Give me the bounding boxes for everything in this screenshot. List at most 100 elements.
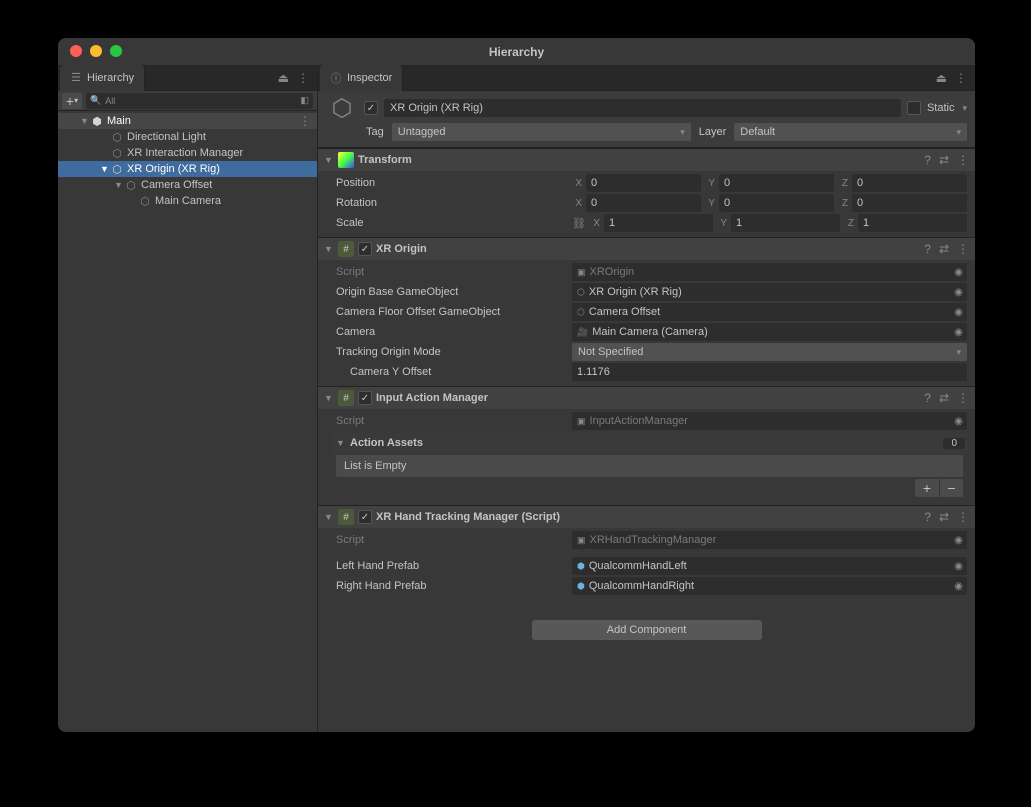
expand-arrow-icon[interactable]: ▼	[114, 180, 124, 190]
gameobject-name-field[interactable]: XR Origin (XR Rig)	[384, 99, 901, 117]
gameobject-large-icon[interactable]: ⬡	[326, 92, 358, 124]
context-menu-icon[interactable]: ⋮	[957, 510, 969, 524]
titlebar[interactable]: Hierarchy	[58, 38, 975, 65]
action-assets-count[interactable]: 0	[943, 438, 965, 449]
floor-offset-label: Camera Floor Offset GameObject	[332, 306, 572, 318]
component-controls: ? ⇄ ⋮	[924, 510, 969, 524]
scene-context-icon[interactable]: ⋮	[299, 114, 311, 128]
foldout-arrow-icon[interactable]: ▼	[336, 438, 346, 448]
constrain-proportions-icon[interactable]: ⛓	[572, 217, 586, 230]
tree-item-camera-offset[interactable]: ▼ Camera Offset	[58, 177, 317, 193]
hierarchy-search-input[interactable]: 🔍 All ◧	[86, 93, 313, 109]
object-picker-icon[interactable]: ◉	[954, 535, 963, 546]
y-offset-field[interactable]: 1.1176	[572, 363, 967, 381]
object-picker-icon[interactable]: ◉	[954, 561, 963, 572]
script-asset-icon: ▣	[577, 416, 586, 427]
context-menu-icon[interactable]: ⋮	[297, 71, 309, 85]
rotation-z-field[interactable]: 0	[852, 194, 967, 212]
active-checkbox[interactable]: ✓	[364, 101, 378, 115]
component-controls: ? ⇄ ⋮	[924, 242, 969, 256]
preset-icon[interactable]: ⇄	[939, 510, 949, 524]
maximize-window-button[interactable]	[110, 45, 122, 57]
scale-z-field[interactable]: 1	[858, 214, 967, 232]
hand-tracking-header[interactable]: ▼ # ✓ XR Hand Tracking Manager (Script) …	[318, 506, 975, 528]
help-icon[interactable]: ?	[924, 391, 931, 405]
object-picker-icon[interactable]: ◉	[954, 287, 963, 298]
scale-y-field[interactable]: 1	[731, 214, 840, 232]
preset-icon[interactable]: ⇄	[939, 242, 949, 256]
tag-dropdown[interactable]: Untagged	[392, 123, 691, 141]
lock-icon[interactable]: ⏏	[278, 71, 289, 85]
help-icon[interactable]: ?	[924, 242, 931, 256]
context-menu-icon[interactable]: ⋮	[957, 153, 969, 167]
foldout-arrow-icon[interactable]: ▼	[324, 244, 334, 254]
add-component-button[interactable]: Add Component	[532, 620, 762, 640]
tree-label: Main	[107, 115, 131, 127]
expand-arrow-icon[interactable]: ▼	[100, 164, 110, 174]
tree-item-xr-origin[interactable]: ▼ XR Origin (XR Rig)	[58, 161, 317, 177]
list-add-button[interactable]: +	[915, 479, 939, 497]
close-window-button[interactable]	[70, 45, 82, 57]
component-enabled-checkbox[interactable]: ✓	[358, 510, 372, 524]
component-enabled-checkbox[interactable]: ✓	[358, 242, 372, 256]
tag-label: Tag	[366, 126, 384, 138]
lock-icon[interactable]: ⏏	[936, 71, 947, 85]
foldout-arrow-icon[interactable]: ▼	[324, 393, 334, 403]
rotation-y-field[interactable]: 0	[719, 194, 834, 212]
list-controls: + −	[336, 479, 963, 497]
position-label: Position	[332, 177, 572, 189]
foldout-arrow-icon[interactable]: ▼	[324, 155, 334, 165]
tree-item-xr-interaction-manager[interactable]: XR Interaction Manager	[58, 145, 317, 161]
transform-component: ▼ Transform ? ⇄ ⋮ Position X0 Y0	[318, 148, 975, 237]
prefab-icon: ⬢	[577, 581, 585, 592]
rotation-x-field[interactable]: 0	[586, 194, 701, 212]
transform-header[interactable]: ▼ Transform ? ⇄ ⋮	[318, 149, 975, 171]
tree-item-main-camera[interactable]: Main Camera	[58, 193, 317, 209]
tree-label: XR Origin (XR Rig)	[127, 163, 220, 175]
camera-label: Camera	[332, 326, 572, 338]
right-hand-field[interactable]: ⬢QualcommHandRight◉	[572, 577, 967, 595]
inspector-tab[interactable]: ⓘ Inspector	[320, 65, 403, 91]
help-icon[interactable]: ?	[924, 510, 931, 524]
hand-tracking-body: Script ▣XRHandTrackingManager◉ Left Hand…	[318, 528, 975, 600]
floor-offset-field[interactable]: ⬡Camera Offset◉	[572, 303, 967, 321]
origin-base-field[interactable]: ⬡XR Origin (XR Rig)◉	[572, 283, 967, 301]
help-icon[interactable]: ?	[924, 153, 931, 167]
object-picker-icon[interactable]: ◉	[954, 416, 963, 427]
preset-icon[interactable]: ⇄	[939, 153, 949, 167]
context-menu-icon[interactable]: ⋮	[957, 391, 969, 405]
object-picker-icon[interactable]: ◉	[954, 581, 963, 592]
window-title: Hierarchy	[489, 45, 544, 59]
camera-field[interactable]: 🎥Main Camera (Camera)◉	[572, 323, 967, 341]
expand-arrow-icon[interactable]: ▼	[80, 116, 90, 126]
scale-x-field[interactable]: 1	[604, 214, 713, 232]
scale-label: Scale	[332, 217, 572, 229]
static-checkbox[interactable]	[907, 101, 921, 115]
tree-scene-main[interactable]: ▼ Main ⋮	[58, 113, 317, 129]
action-assets-header[interactable]: ▼ Action Assets 0	[332, 433, 967, 453]
foldout-arrow-icon[interactable]: ▼	[324, 512, 334, 522]
input-action-header[interactable]: ▼ # ✓ Input Action Manager ? ⇄ ⋮	[318, 387, 975, 409]
action-assets-label: Action Assets	[350, 437, 943, 449]
position-x-field[interactable]: 0	[586, 174, 701, 192]
position-z-field[interactable]: 0	[852, 174, 967, 192]
tree-item-directional-light[interactable]: Directional Light	[58, 129, 317, 145]
left-hand-field[interactable]: ⬢QualcommHandLeft◉	[572, 557, 967, 575]
hierarchy-tab[interactable]: ☰ Hierarchy	[60, 65, 145, 91]
object-picker-icon[interactable]: ◉	[954, 307, 963, 318]
context-menu-icon[interactable]: ⋮	[955, 71, 967, 85]
tracking-mode-dropdown[interactable]: Not Specified	[572, 343, 967, 361]
xr-origin-header[interactable]: ▼ # ✓ XR Origin ? ⇄ ⋮	[318, 238, 975, 260]
minimize-window-button[interactable]	[90, 45, 102, 57]
layer-dropdown[interactable]: Default	[734, 123, 967, 141]
object-picker-icon[interactable]: ◉	[954, 327, 963, 338]
create-gameobject-button[interactable]: +▾	[62, 93, 82, 109]
context-menu-icon[interactable]: ⋮	[957, 242, 969, 256]
preset-icon[interactable]: ⇄	[939, 391, 949, 405]
list-remove-button[interactable]: −	[939, 479, 963, 497]
component-enabled-checkbox[interactable]: ✓	[358, 391, 372, 405]
position-y-field[interactable]: 0	[719, 174, 834, 192]
static-dropdown-icon[interactable]: ▾	[962, 103, 967, 114]
search-filter-icon[interactable]: ◧	[300, 95, 309, 106]
object-picker-icon[interactable]: ◉	[954, 267, 963, 278]
